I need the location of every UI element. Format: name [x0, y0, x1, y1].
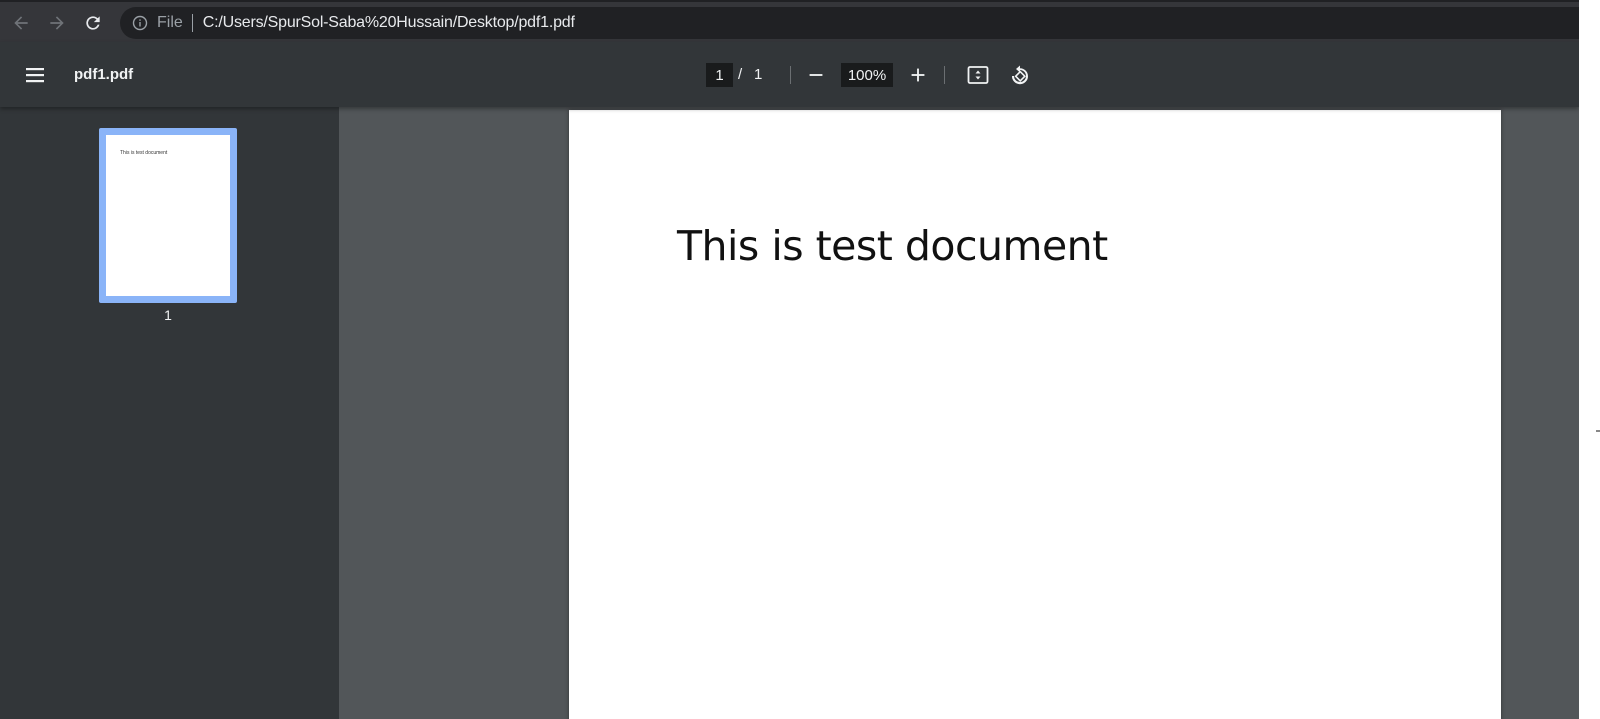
minus-icon	[809, 74, 823, 76]
reload-button[interactable]	[79, 9, 107, 37]
document-viewport[interactable]: This is test document	[339, 107, 1579, 719]
thumbnail-sidebar: This is test document 1	[0, 107, 339, 719]
toolbar-divider	[944, 66, 945, 84]
scroll-indicator	[1596, 430, 1600, 432]
menu-button[interactable]	[20, 62, 50, 88]
forward-button[interactable]	[43, 9, 71, 37]
page-separator: /	[738, 66, 743, 83]
address-bar[interactable]: File C:/Users/SpurSol-Saba%20Hussain/Des…	[120, 7, 1579, 39]
plus-icon	[911, 68, 925, 82]
arrow-right-icon	[50, 16, 64, 30]
document-title: pdf1.pdf	[74, 66, 134, 83]
total-pages: 1	[754, 66, 763, 83]
fit-to-page-button[interactable]	[963, 60, 993, 90]
pdf-page: This is test document	[569, 110, 1501, 719]
thumbnail-page-number: 1	[164, 307, 172, 323]
back-button[interactable]	[7, 9, 35, 37]
info-icon[interactable]	[132, 15, 148, 31]
zoom-level-input[interactable]: 100%	[841, 63, 893, 87]
url-text[interactable]: C:/Users/SpurSol-Saba%20Hussain/Desktop/…	[203, 14, 575, 32]
address-separator	[191, 14, 193, 32]
page-thumbnail[interactable]: This is test document	[99, 128, 237, 303]
arrow-left-icon	[14, 16, 28, 30]
fit-to-page-icon	[967, 66, 989, 84]
thumbnail-preview-text: This is test document	[120, 150, 168, 156]
rotate-counterclockwise-icon	[1011, 65, 1028, 85]
thumbnail-page-preview: This is test document	[106, 135, 230, 296]
document-text: This is test document	[677, 222, 1108, 270]
toolbar-divider	[790, 66, 791, 84]
page-number-input[interactable]: 1	[706, 63, 733, 87]
zoom-in-button[interactable]	[903, 60, 933, 90]
browser-toolbar: File C:/Users/SpurSol-Saba%20Hussain/Des…	[0, 0, 1579, 42]
hamburger-menu-icon	[26, 68, 44, 83]
url-scheme-label: File	[157, 14, 183, 31]
reload-icon	[86, 16, 100, 30]
pdf-viewer-window: File C:/Users/SpurSol-Saba%20Hussain/Des…	[0, 0, 1579, 719]
pdf-toolbar: pdf1.pdf 1 / 1 100%	[0, 42, 1579, 107]
zoom-out-button[interactable]	[801, 60, 831, 90]
rotate-button[interactable]	[1004, 60, 1034, 90]
